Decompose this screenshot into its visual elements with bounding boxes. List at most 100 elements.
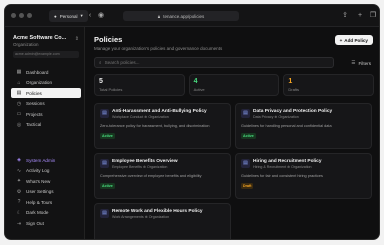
building-icon: ⌂ <box>17 79 21 86</box>
stats-row: 5 Total Policies 4 Active 1 Drafts <box>94 74 375 96</box>
globe-icon: ⊕ <box>287 165 291 169</box>
sidebar-item-label: Policies <box>26 90 42 96</box>
stat-value: 1 <box>288 78 293 85</box>
sidebar-item-help-tours[interactable]: ? Help & Tours <box>11 197 81 207</box>
sidebar-item-tactical[interactable]: ◎ Tactical <box>11 120 81 130</box>
sidebar-item-organization[interactable]: ⌂ Organization <box>11 78 81 88</box>
main-nav: ▦ Dashboard ⌂ Organization ▤ Policies ◷ Session… <box>11 67 81 131</box>
sidebar-item-label: Sign Out <box>26 221 44 227</box>
globe-icon: ⊕ <box>274 115 278 119</box>
stat-value: 5 <box>99 78 103 85</box>
status-badge: Active <box>241 133 256 139</box>
policy-scope: Organization <box>278 115 299 119</box>
stat-card-total: 5 Total Policies <box>94 74 185 96</box>
policy-title: Data Privacy and Protection Policy <box>253 109 333 114</box>
policy-icon: ▤ <box>100 159 109 168</box>
add-policy-button[interactable]: + Add Policy <box>334 35 373 45</box>
share-icon[interactable]: ⇪ <box>340 11 350 21</box>
search-placeholder: Search policies... <box>104 60 140 65</box>
minimize-window-button[interactable] <box>19 13 24 18</box>
policy-title: Employee Benefits Overview <box>112 159 178 164</box>
sidebar-item-system-admin[interactable]: ◈ System Admin <box>11 155 81 165</box>
search-icon: ⌕ <box>99 60 102 65</box>
stat-label: Active <box>193 87 205 92</box>
org-name: Acme Software Co... <box>13 35 67 41</box>
address-bar[interactable]: 🔒︎ tenance.app/policies <box>123 11 239 21</box>
new-tab-icon[interactable]: + <box>355 11 365 21</box>
gear-icon: ⚙ <box>16 188 22 195</box>
maximize-window-button[interactable] <box>27 13 32 18</box>
sidebar-item-user-settings[interactable]: ⚙ User Settings <box>11 187 81 197</box>
stat-card-drafts: 1 Drafts <box>283 74 375 96</box>
tabs-overview-icon[interactable]: ❐ <box>368 11 378 21</box>
policy-category: Work Arrangements <box>112 215 144 219</box>
sidebar-item-label: Dark Mode <box>26 210 49 216</box>
url-text: tenance.app/policies <box>163 13 205 19</box>
policy-card[interactable]: ▤ Remote Work and Flexible Hours Policy Wo… <box>94 203 231 239</box>
sidebar: Acme Software Co... Organization ⇕ acme.… <box>5 27 85 239</box>
user-icon: ● <box>54 13 57 19</box>
back-icon[interactable]: ‹ <box>85 11 95 21</box>
policy-category: Hiring & Recruitment <box>253 165 287 169</box>
sidebar-item-sessions[interactable]: ◷ Sessions <box>11 99 81 109</box>
policy-scope: Organization <box>146 165 168 169</box>
user-email: acme.admin@example.com <box>13 51 79 58</box>
policy-icon: ▤ <box>241 159 250 168</box>
policy-icon: ▤ <box>241 109 250 118</box>
policy-icon: ▤ <box>100 109 109 118</box>
policy-scope: Organization <box>148 115 169 119</box>
status-badge: Active <box>100 133 115 139</box>
policy-title: Remote Work and Flexible Hours Policy <box>112 209 203 214</box>
sidebar-item-sign-out[interactable]: ⇥ Sign Out <box>11 219 81 229</box>
policy-card[interactable]: ▤ Data Privacy and Protection Policy Data … <box>235 103 372 149</box>
org-switcher[interactable]: Acme Software Co... Organization ⇕ <box>13 35 79 47</box>
org-type: Organization <box>13 42 39 47</box>
sidebar-item-label: Organization <box>26 80 53 86</box>
sidebar-item-activity-log[interactable]: ∿ Activity Log <box>11 166 81 176</box>
document-icon: ▤ <box>16 90 22 97</box>
add-policy-label: Add Policy <box>344 37 368 43</box>
app-logo-icon: ◉ <box>97 12 105 19</box>
sidebar-item-policies[interactable]: ▤ Policies <box>11 88 81 99</box>
policy-card[interactable]: ▤ Employee Benefits Overview Employee Bene… <box>94 153 231 199</box>
policy-meta: Hiring & Recruitment ⊕ Organization <box>253 165 312 169</box>
filters-button[interactable]: ☰ Filters <box>351 58 371 68</box>
policy-meta: Work Arrangements ⊕ Organization <box>112 215 169 219</box>
activity-icon: ∿ <box>16 167 22 174</box>
policy-description: Guidelines for handling personal and con… <box>241 124 332 128</box>
sidebar-item-label: Sessions <box>26 101 45 107</box>
globe-icon: ⊕ <box>144 115 148 119</box>
filter-icon: ☰ <box>351 60 356 65</box>
plus-icon: + <box>339 37 343 43</box>
status-badge: Active <box>100 183 115 189</box>
sidebar-item-dashboard[interactable]: ▦ Dashboard <box>11 67 81 77</box>
globe-icon: ⊕ <box>144 215 148 219</box>
clock-icon: ◷ <box>16 100 22 107</box>
search-input[interactable]: ⌕ Search policies... <box>94 57 334 68</box>
logout-icon: ⇥ <box>16 220 22 227</box>
policy-meta: Data Privacy ⊕ Organization <box>253 115 299 119</box>
help-icon: ? <box>17 199 21 206</box>
sidebar-item-dark-mode[interactable]: ☾ Dark Mode <box>11 208 81 218</box>
sidebar-item-label: Dashboard <box>26 69 49 75</box>
stat-label: Total Policies <box>99 87 123 92</box>
profile-tab-label: Personal <box>59 13 78 19</box>
dashboard-icon: ▦ <box>16 69 22 75</box>
policy-card[interactable]: ▤ Hiring and Recruitment Policy Hiring & R… <box>235 153 372 199</box>
policy-category: Workplace Conduct <box>112 115 144 119</box>
shield-icon: ◈ <box>17 157 21 163</box>
close-window-button[interactable] <box>11 13 16 18</box>
policy-icon: ▤ <box>100 209 109 218</box>
app-window: ● Personal ▾ ‹ ◉ 🔒︎ tenance.app/policies… <box>4 4 380 240</box>
globe-icon: ⊕ <box>142 165 146 169</box>
policy-card[interactable]: ▤ Anti-Harassment and Anti-Bullying Polic… <box>94 103 231 149</box>
sidebar-item-what-s-new[interactable]: ✦ What's New <box>11 176 81 186</box>
moon-icon: ☾ <box>16 209 22 216</box>
policy-meta: Employee Benefits ⊕ Organization <box>112 165 167 169</box>
sidebar-item-projects[interactable]: ▭ Projects <box>11 109 81 119</box>
sidebar-item-label: System Admin <box>26 157 56 163</box>
bottom-nav: ◈ System Admin ∿ Activity Log ✦ What's New ⚙ Us… <box>11 155 81 229</box>
page-title: Policies <box>94 35 123 44</box>
profile-tab[interactable]: ● Personal ▾ <box>49 10 88 22</box>
sidebar-item-label: Activity Log <box>26 168 50 174</box>
